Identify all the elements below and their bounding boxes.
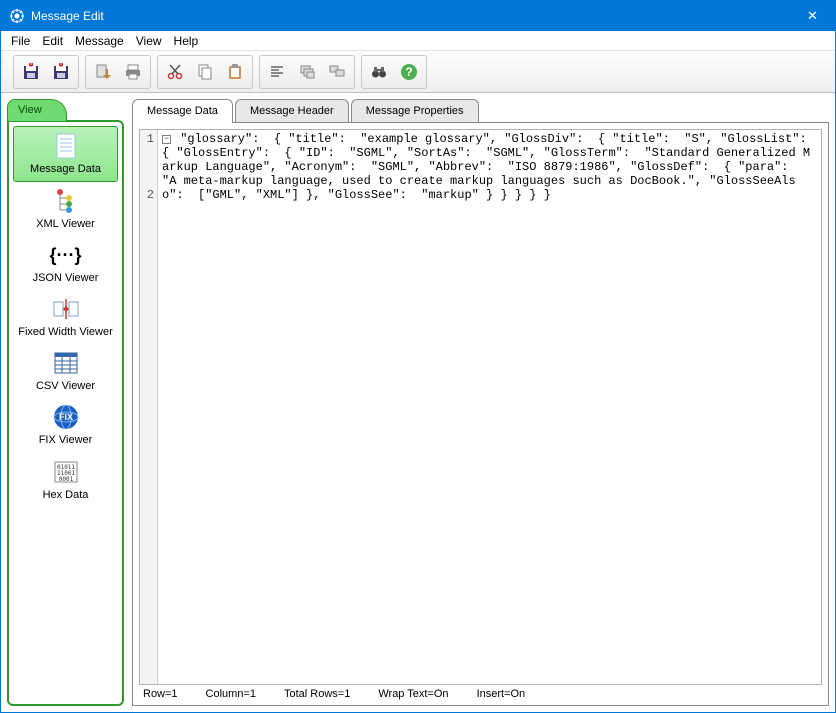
sidebar-item-label: JSON Viewer (15, 272, 116, 284)
sidebar-item-hex-data[interactable]: 01011110010001 Hex Data (13, 453, 118, 507)
sidebar-tab-view[interactable]: View (7, 99, 67, 121)
content: View Message Data XML Viewer {···} JSON … (1, 93, 835, 712)
collapse-button[interactable] (293, 58, 321, 86)
help-button[interactable]: ? (395, 58, 423, 86)
toolbar-group-file (13, 55, 79, 89)
toolbar-group-search: ? (361, 55, 427, 89)
line-number: 2 (140, 188, 154, 202)
menubar: File Edit Message View Help (1, 31, 835, 51)
sidebar-item-label: CSV Viewer (15, 380, 116, 392)
binoculars-icon (370, 63, 388, 81)
text-editor[interactable]: 1 2 − "glossary": { "title": "example gl… (139, 129, 822, 685)
cut-button[interactable] (161, 58, 189, 86)
app-icon (9, 8, 25, 24)
document-icon (16, 131, 115, 161)
save-button-1[interactable] (17, 58, 45, 86)
main-area: Message Data Message Header Message Prop… (132, 99, 829, 706)
sidebar-tab-row: View (7, 99, 124, 121)
expand-button[interactable] (323, 58, 351, 86)
status-wrap: Wrap Text=On (378, 688, 448, 700)
sidebar-item-fix-viewer[interactable]: FIX FIX Viewer (13, 398, 118, 452)
menu-help[interactable]: Help (168, 32, 205, 50)
save-disk-icon (52, 63, 70, 81)
export-button[interactable] (89, 58, 117, 86)
main-body: 1 2 − "glossary": { "title": "example gl… (132, 123, 829, 706)
json-braces-icon: {···} (15, 240, 116, 270)
sidebar-item-label: FIX Viewer (15, 434, 116, 446)
align-left-icon (268, 63, 286, 81)
status-bar: Row=1 Column=1 Total Rows=1 Wrap Text=On… (139, 685, 822, 703)
clipboard-icon (226, 63, 244, 81)
svg-text:0001: 0001 (58, 476, 73, 483)
status-total-rows: Total Rows=1 (284, 688, 350, 700)
tab-message-header[interactable]: Message Header (235, 99, 349, 122)
toolbar-group-view (259, 55, 355, 89)
code-text: "glossary": { "title": "example glossary… (162, 132, 821, 202)
svg-text:FIX: FIX (58, 412, 72, 422)
close-icon: ✕ (807, 8, 818, 24)
fold-toggle[interactable]: − (162, 135, 171, 144)
print-button[interactable] (119, 58, 147, 86)
save-disk-icon (22, 63, 40, 81)
toolbar: ? (1, 51, 835, 93)
fix-globe-icon: FIX (15, 402, 116, 432)
sidebar-panel: Message Data XML Viewer {···} JSON Viewe… (7, 120, 124, 706)
sidebar-item-message-data[interactable]: Message Data (13, 126, 118, 182)
code-area[interactable]: − "glossary": { "title": "example glossa… (158, 130, 821, 684)
copy-icon (196, 63, 214, 81)
line-number: 1 (140, 132, 154, 188)
sidebar-item-csv-viewer[interactable]: CSV Viewer (13, 344, 118, 398)
sidebar-item-fixed-width[interactable]: Fixed Width Viewer (13, 290, 118, 344)
sidebar-item-label: Fixed Width Viewer (15, 326, 116, 338)
menu-file[interactable]: File (5, 32, 36, 50)
binary-icon: 01011110010001 (15, 457, 116, 487)
scissors-icon (166, 63, 184, 81)
sidebar-item-label: XML Viewer (15, 218, 116, 230)
main-tab-row: Message Data Message Header Message Prop… (132, 99, 829, 123)
align-left-button[interactable] (263, 58, 291, 86)
line-gutter: 1 2 (140, 130, 158, 684)
xml-tree-icon (15, 186, 116, 216)
close-button[interactable]: ✕ (790, 1, 835, 31)
stack-open-icon (328, 63, 346, 81)
svg-text:?: ? (405, 65, 412, 79)
copy-button[interactable] (191, 58, 219, 86)
status-column: Column=1 (206, 688, 256, 700)
toolbar-group-edit (157, 55, 253, 89)
sidebar-item-label: Message Data (16, 163, 115, 175)
arrow-down-icon (94, 63, 112, 81)
menu-view[interactable]: View (130, 32, 168, 50)
sidebar-item-label: Hex Data (15, 489, 116, 501)
tab-message-properties[interactable]: Message Properties (351, 99, 479, 122)
titlebar: Message Edit ✕ (1, 1, 835, 31)
menu-message[interactable]: Message (69, 32, 130, 50)
paste-button[interactable] (221, 58, 249, 86)
sidebar-item-xml-viewer[interactable]: XML Viewer (13, 182, 118, 236)
find-button[interactable] (365, 58, 393, 86)
stack-icon (298, 63, 316, 81)
printer-icon (124, 63, 142, 81)
window-title: Message Edit (31, 9, 790, 23)
save-button-2[interactable] (47, 58, 75, 86)
menu-edit[interactable]: Edit (36, 32, 69, 50)
table-icon (15, 348, 116, 378)
fixed-width-icon (15, 294, 116, 324)
help-icon: ? (400, 63, 418, 81)
tab-message-data[interactable]: Message Data (132, 99, 233, 123)
toolbar-group-export (85, 55, 151, 89)
status-insert: Insert=On (477, 688, 526, 700)
status-row: Row=1 (143, 688, 178, 700)
sidebar: View Message Data XML Viewer {···} JSON … (7, 99, 124, 706)
sidebar-item-json-viewer[interactable]: {···} JSON Viewer (13, 236, 118, 290)
